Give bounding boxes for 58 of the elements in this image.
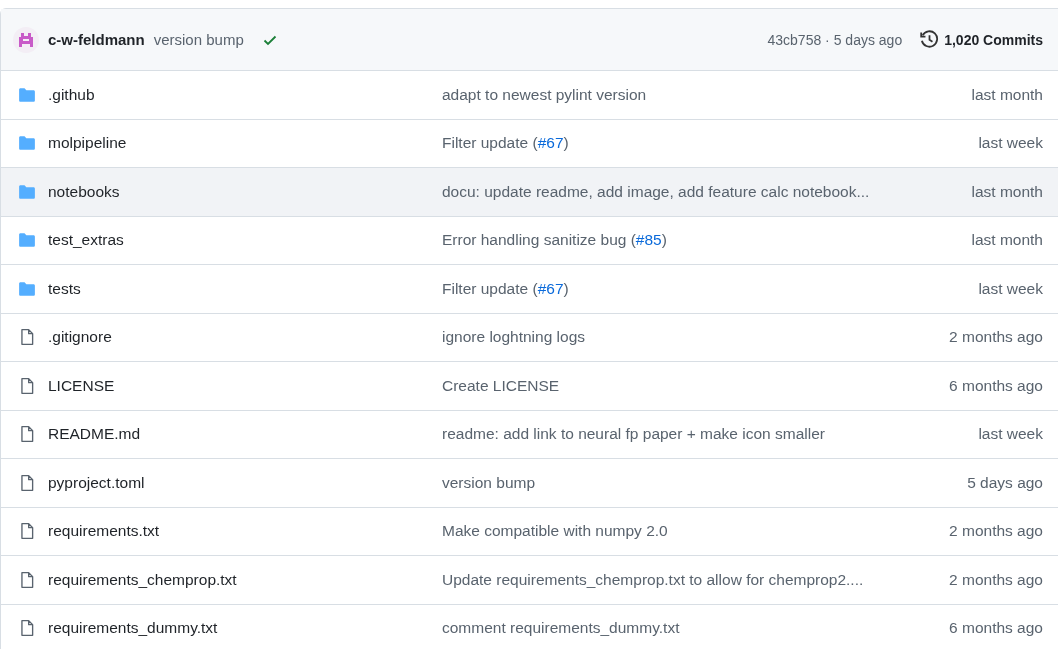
author-link[interactable]: c-w-feldmann — [48, 31, 145, 48]
commit-time: last month — [971, 85, 1043, 104]
file-name-link[interactable]: .github — [48, 85, 442, 104]
commit-time: 6 months ago — [949, 376, 1043, 395]
folder-icon — [18, 85, 36, 104]
folder-icon — [18, 231, 36, 250]
commit-message-link[interactable]: version bump — [153, 31, 244, 48]
commit-message: Update requirements_chemprop.txt to allow for chemprop2.... — [442, 570, 865, 589]
commit-time: last week — [978, 279, 1043, 298]
commit-time: last month — [971, 231, 1043, 250]
file-icon — [18, 619, 36, 638]
commit-message: ignore loghtning logs — [442, 328, 587, 347]
avatar-icon[interactable] — [13, 26, 39, 53]
commit-time: last week — [978, 425, 1043, 444]
commit-time: last month — [971, 182, 1043, 201]
commit-time: 6 months ago — [949, 619, 1043, 638]
file-name-link[interactable]: requirements_chemprop.txt — [48, 570, 442, 589]
commit-message: Create LICENSE — [442, 376, 561, 395]
file-name-link[interactable]: LICENSE — [48, 376, 442, 395]
history-icon — [920, 30, 940, 49]
commit-time: 5 days ago — [967, 473, 1043, 492]
commit-time: 2 months ago — [949, 328, 1043, 347]
pull-request-link[interactable]: #85 — [635, 231, 662, 249]
commit-message: comment requirements_dummy.txt — [442, 619, 681, 638]
commit-hash-link[interactable]: 43cb758 · 5 days ago — [767, 31, 903, 48]
file-name-link[interactable]: notebooks — [48, 182, 442, 201]
file-name-link[interactable]: README.md — [48, 425, 442, 444]
folder-icon — [18, 134, 36, 153]
commit-message: Filter update (#67) — [442, 279, 570, 298]
commit-message: docu: update readme, add image, add feature calc notebook... — [442, 182, 871, 201]
file-name-link[interactable]: pyproject.toml — [48, 473, 442, 492]
file-name-link[interactable]: .gitignore — [48, 328, 442, 347]
commit-message: Make compatible with numpy 2.0 — [442, 522, 669, 541]
file-name-link[interactable]: requirements_dummy.txt — [48, 619, 442, 638]
file-name-link[interactable]: tests — [48, 279, 442, 298]
pull-request-link[interactable]: #67 — [537, 134, 564, 152]
commit-message: adapt to newest pylint version — [442, 85, 648, 104]
pull-request-link[interactable]: #67 — [537, 279, 564, 297]
commit-message: Filter update (#67) — [442, 134, 570, 153]
commit-message: Error handling sanitize bug (#85) — [442, 231, 668, 250]
commits-link[interactable]: 1,020 Commits — [920, 30, 1043, 49]
file-icon — [18, 376, 36, 395]
commit-message: version bump — [442, 473, 537, 492]
commit-time: last week — [978, 134, 1043, 153]
file-name-link[interactable]: requirements.txt — [48, 522, 442, 541]
commit-time: 2 months ago — [949, 522, 1043, 541]
file-row[interactable]: notebooks docu: update readme, add image, add feature calc notebook... last month — [1, 168, 1058, 217]
file-icon — [18, 570, 36, 589]
file-icon — [18, 473, 36, 492]
file-icon — [18, 425, 36, 444]
file-name-link[interactable]: test_extras — [48, 231, 442, 250]
commit-time: 2 months ago — [949, 570, 1043, 589]
file-icon — [18, 328, 36, 347]
folder-icon — [18, 279, 36, 298]
folder-icon — [18, 182, 36, 201]
file-name-link[interactable]: molpipeline — [48, 134, 442, 153]
commit-message: readme: add link to neural fp paper + make icon smaller — [442, 425, 826, 444]
file-icon — [18, 522, 36, 541]
